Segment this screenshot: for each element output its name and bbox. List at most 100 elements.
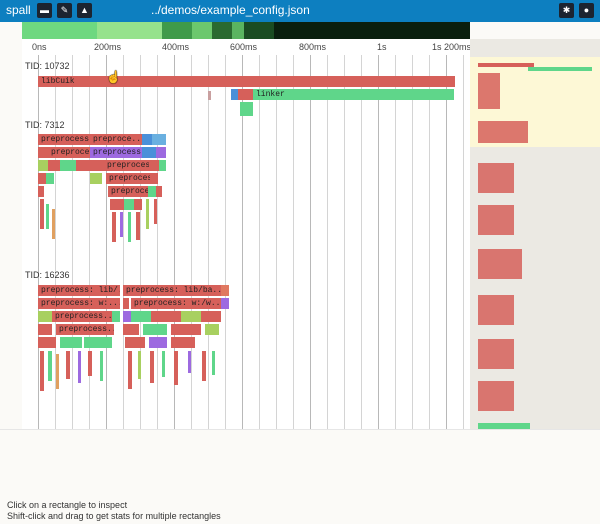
event-bar[interactable]	[152, 134, 166, 145]
event-bar[interactable]	[112, 212, 116, 242]
event-bar[interactable]	[150, 351, 154, 383]
thread-label: TID: 16236	[25, 270, 70, 280]
event-bar[interactable]	[174, 351, 178, 385]
event-bar[interactable]	[240, 102, 253, 116]
event-bar[interactable]	[138, 351, 141, 379]
event-bar-preprocess[interactable]: preprocess...	[48, 147, 90, 158]
event-bar[interactable]	[146, 199, 149, 229]
gridline	[293, 55, 294, 429]
event-bar[interactable]	[38, 147, 48, 158]
thread-overview-panel[interactable]	[470, 39, 600, 429]
event-bar[interactable]	[38, 186, 44, 197]
event-bar[interactable]	[112, 311, 120, 322]
event-bar[interactable]	[46, 173, 54, 184]
event-bar[interactable]	[231, 89, 238, 100]
event-bar[interactable]	[162, 351, 165, 377]
debug-button[interactable]: ✱	[559, 3, 574, 18]
event-bar[interactable]	[60, 160, 76, 171]
event-bar[interactable]	[159, 160, 166, 171]
event-bar[interactable]	[149, 337, 167, 348]
event-bar-preprocess[interactable]: preprocess...	[52, 311, 112, 322]
event-bar[interactable]	[123, 298, 129, 309]
timeline-view[interactable]: 0ns 200ms 400ms 600ms 800ms 1s 1s 200ms …	[22, 39, 470, 429]
event-bar[interactable]	[148, 186, 156, 197]
tick-label: 600ms	[230, 42, 258, 52]
event-bar[interactable]	[38, 311, 52, 322]
event-bar[interactable]	[151, 311, 181, 322]
event-bar[interactable]	[201, 311, 221, 322]
event-bar[interactable]	[202, 351, 206, 381]
event-bar-preprocess[interactable]: preprocess...	[38, 134, 90, 145]
event-bar[interactable]	[90, 160, 104, 171]
event-bar[interactable]	[221, 285, 229, 296]
event-bar[interactable]	[134, 199, 142, 210]
event-bar[interactable]	[208, 91, 211, 100]
event-bar[interactable]	[238, 89, 253, 100]
event-bar[interactable]	[38, 160, 48, 171]
event-bar[interactable]	[142, 147, 156, 158]
event-bar[interactable]	[46, 204, 49, 229]
event-bar[interactable]	[149, 160, 159, 171]
event-bar[interactable]	[88, 351, 92, 376]
event-bar[interactable]	[120, 212, 123, 237]
event-bar[interactable]	[150, 173, 158, 184]
event-bar[interactable]	[188, 351, 191, 373]
event-bar[interactable]	[76, 160, 90, 171]
event-bar-preprocess[interactable]: preprocess: w:/w...	[131, 298, 221, 309]
event-bar[interactable]	[66, 351, 70, 379]
event-bar[interactable]	[123, 324, 139, 335]
event-bar[interactable]	[142, 134, 152, 145]
event-bar[interactable]	[221, 298, 229, 309]
event-bar[interactable]	[143, 324, 167, 335]
gridline	[412, 55, 413, 429]
event-bar[interactable]	[171, 324, 201, 335]
event-bar[interactable]	[156, 147, 166, 158]
event-bar[interactable]	[128, 351, 132, 389]
event-bar[interactable]	[128, 212, 131, 242]
event-bar[interactable]	[181, 311, 201, 322]
event-bar[interactable]	[205, 324, 219, 335]
stats-button[interactable]: ▲	[77, 3, 92, 18]
event-bar-linker[interactable]: linker	[253, 89, 454, 100]
pin-button[interactable]: ✎	[57, 3, 72, 18]
event-bar[interactable]	[40, 199, 44, 229]
event-bar[interactable]	[125, 337, 145, 348]
event-bar[interactable]	[84, 337, 112, 348]
event-bar[interactable]	[52, 209, 55, 239]
event-bar[interactable]	[60, 337, 82, 348]
minimap-strip[interactable]	[22, 22, 470, 39]
event-bar[interactable]	[131, 311, 151, 322]
event-bar[interactable]	[48, 351, 52, 381]
event-bar-preprocess[interactable]: preprocess: lib/ba...	[123, 285, 221, 296]
event-bar-preprocess[interactable]: preprocess: lib/...	[38, 285, 120, 296]
event-bar-libcuik[interactable]: libCuik	[38, 76, 455, 87]
event-bar[interactable]	[48, 160, 60, 171]
tick-label: 400ms	[162, 42, 190, 52]
event-bar[interactable]	[38, 324, 52, 335]
event-bar[interactable]	[100, 351, 103, 381]
event-bar[interactable]	[90, 173, 102, 184]
event-bar-preprocess[interactable]: preprocess...	[104, 160, 149, 171]
event-bar-preprocess[interactable]: preprocess...	[106, 173, 150, 184]
event-bar-preprocess[interactable]: preprocess...	[108, 186, 148, 197]
event-bar[interactable]	[40, 351, 44, 391]
event-bar-preprocess[interactable]: preprocess: w:...	[38, 298, 120, 309]
gridline	[38, 55, 39, 429]
event-bar-preprocess[interactable]: preprocess...	[56, 324, 114, 335]
event-bar[interactable]	[124, 199, 134, 210]
event-bar[interactable]	[110, 199, 124, 210]
event-bar[interactable]	[56, 354, 59, 389]
event-bar[interactable]	[171, 337, 195, 348]
open-file-button[interactable]: ▬	[37, 3, 52, 18]
theme-toggle-button[interactable]: ●	[579, 3, 594, 18]
event-bar[interactable]	[38, 337, 56, 348]
event-bar[interactable]	[154, 199, 157, 224]
event-bar[interactable]	[123, 311, 131, 322]
event-bar[interactable]	[78, 351, 81, 383]
event-bar-preprocess[interactable]: preproce...	[90, 134, 142, 145]
event-bar[interactable]	[156, 186, 162, 197]
event-bar[interactable]	[136, 212, 140, 240]
event-bar[interactable]	[212, 351, 215, 375]
event-bar[interactable]	[38, 173, 46, 184]
event-bar-preprocess-selected[interactable]: preprocess...	[90, 147, 142, 158]
